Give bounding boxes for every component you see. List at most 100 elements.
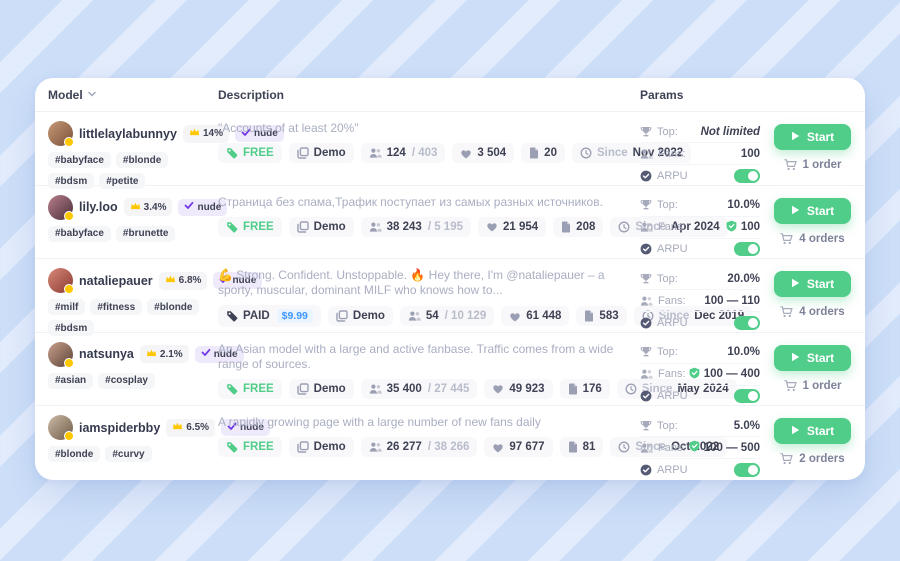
heart-icon	[486, 221, 498, 232]
model-row[interactable]: natsunya 2.1% nude #asian#cosplay An Asi…	[35, 333, 865, 407]
clock-icon	[618, 221, 630, 233]
demo-chip[interactable]: Demo	[328, 306, 393, 326]
stats-chips: FREE Demo 26 277 / 38 266 97 677	[218, 437, 626, 457]
start-button[interactable]: Start	[774, 198, 851, 224]
description-cell: 💪 Strong. Confident. Unstoppable. 🔥 Hey …	[218, 268, 640, 332]
check-circle-icon	[640, 390, 652, 402]
trophy-icon	[640, 199, 652, 211]
column-header-params: Params	[640, 88, 760, 102]
since-label: Since	[597, 147, 628, 159]
start-button[interactable]: Start	[774, 271, 851, 297]
arpu-toggle[interactable]	[734, 242, 760, 256]
arpu-toggle[interactable]	[734, 316, 760, 330]
clock-icon	[580, 147, 592, 159]
orders-link[interactable]: 1 order	[784, 380, 842, 392]
param-top-value: 10.0%	[727, 199, 760, 211]
play-icon	[791, 204, 800, 218]
fans-group-icon	[640, 442, 653, 454]
model-description: An Asian model with a large and active f…	[218, 342, 626, 372]
price-tag-icon	[226, 383, 238, 395]
orders-link[interactable]: 2 orders	[780, 453, 844, 465]
param-top-label: Top:	[657, 273, 678, 285]
model-row[interactable]: littlelaylabunnyy 14% nude #babyface#blo…	[35, 112, 865, 186]
posts-count: 176	[583, 383, 602, 395]
param-fans-value: 100 — 110	[704, 295, 760, 307]
param-top: Top: 20.0%	[640, 268, 760, 290]
price-label: FREE	[243, 383, 274, 395]
arpu-toggle[interactable]	[734, 169, 760, 183]
top-percent-value: 6.8%	[179, 275, 202, 286]
cart-icon	[780, 233, 793, 245]
description-cell: Страница без спама,Трафик поступает из с…	[218, 195, 640, 259]
param-fans: Fans: 100 — 400	[640, 364, 760, 386]
orders-link[interactable]: 4 orders	[780, 233, 844, 245]
tag: #bdsm	[48, 320, 94, 336]
model-row[interactable]: iamspiderbby 6.5% nude #blonde#curvy A r…	[35, 406, 865, 480]
param-top: Top: 5.0%	[640, 415, 760, 437]
model-description: 💪 Strong. Confident. Unstoppable. 🔥 Hey …	[218, 268, 626, 298]
model-name[interactable]: nataliepauer	[79, 274, 153, 288]
action-cell: Start 1 order	[760, 342, 865, 406]
play-icon	[791, 424, 800, 438]
model-name[interactable]: littlelaylabunnyy	[79, 127, 177, 141]
model-cell: littlelaylabunnyy 14% nude #babyface#blo…	[35, 121, 218, 185]
posts-count: 81	[583, 441, 596, 453]
param-fans: Fans: 100	[640, 143, 760, 165]
param-fans-label: Fans:	[658, 221, 686, 233]
demo-chip[interactable]: Demo	[289, 143, 354, 163]
start-button[interactable]: Start	[774, 124, 851, 150]
top-percent-value: 6.5%	[186, 422, 209, 433]
param-fans-value: 100	[741, 148, 760, 160]
price-label: FREE	[243, 147, 274, 159]
fans-group-icon	[640, 295, 653, 307]
fans-total: / 27 445	[428, 383, 470, 395]
demo-chip[interactable]: Demo	[289, 379, 354, 399]
model-row[interactable]: nataliepauer 6.8% nude #milf#fitness#blo…	[35, 259, 865, 333]
avatar	[48, 121, 73, 146]
model-cell: iamspiderbby 6.5% nude #blonde#curvy	[35, 415, 218, 480]
document-icon	[568, 383, 578, 395]
param-fans: Fans: 100	[640, 217, 760, 239]
crown-icon	[165, 274, 176, 287]
crown-icon	[146, 348, 157, 361]
model-row[interactable]: lily.loo 3.4% nude #babyface#brunette Ст…	[35, 186, 865, 260]
description-cell: An Asian model with a large and active f…	[218, 342, 640, 406]
orders-link[interactable]: 4 orders	[780, 306, 844, 318]
play-icon	[791, 130, 800, 144]
trophy-icon	[640, 126, 652, 138]
param-arpu-label: ARPU	[657, 390, 688, 402]
model-tags: #blonde#curvy	[48, 446, 216, 462]
start-button-label: Start	[807, 424, 834, 438]
clock-icon	[625, 383, 637, 395]
price-chip: PAID $9.99	[218, 305, 321, 327]
params-cell: Top: 5.0% Fans: 100 — 500 ARPU	[640, 415, 760, 480]
model-name[interactable]: lily.loo	[79, 200, 118, 214]
demo-label: Demo	[314, 383, 346, 395]
arpu-toggle[interactable]	[734, 463, 760, 477]
trophy-icon	[640, 273, 652, 285]
heart-icon	[492, 383, 504, 394]
model-name[interactable]: iamspiderbby	[79, 421, 160, 435]
demo-icon	[297, 441, 309, 453]
description-cell: A rapidly growing page with a large numb…	[218, 415, 640, 480]
page-background: { "colors": { "background": "#cddff8", "…	[0, 0, 900, 561]
demo-icon	[297, 383, 309, 395]
fans-chip: 26 277 / 38 266	[361, 437, 478, 457]
posts-chip: 583	[576, 306, 626, 326]
model-description: Страница без спама,Трафик поступает из с…	[218, 195, 626, 210]
price-label: PAID	[243, 310, 270, 322]
model-tags: #milf#fitness#blonde#bdsm	[48, 299, 216, 336]
demo-chip[interactable]: Demo	[289, 437, 354, 457]
price-tag-icon	[226, 310, 238, 322]
start-button[interactable]: Start	[774, 418, 851, 444]
arpu-toggle[interactable]	[734, 389, 760, 403]
start-button[interactable]: Start	[774, 345, 851, 371]
heart-icon	[460, 148, 472, 159]
avatar	[48, 342, 73, 367]
model-name[interactable]: natsunya	[79, 347, 134, 361]
demo-chip[interactable]: Demo	[289, 217, 354, 237]
column-header-model[interactable]: Model	[35, 88, 218, 102]
param-arpu: ARPU	[640, 312, 760, 333]
document-icon	[568, 441, 578, 453]
orders-link[interactable]: 1 order	[784, 159, 842, 171]
